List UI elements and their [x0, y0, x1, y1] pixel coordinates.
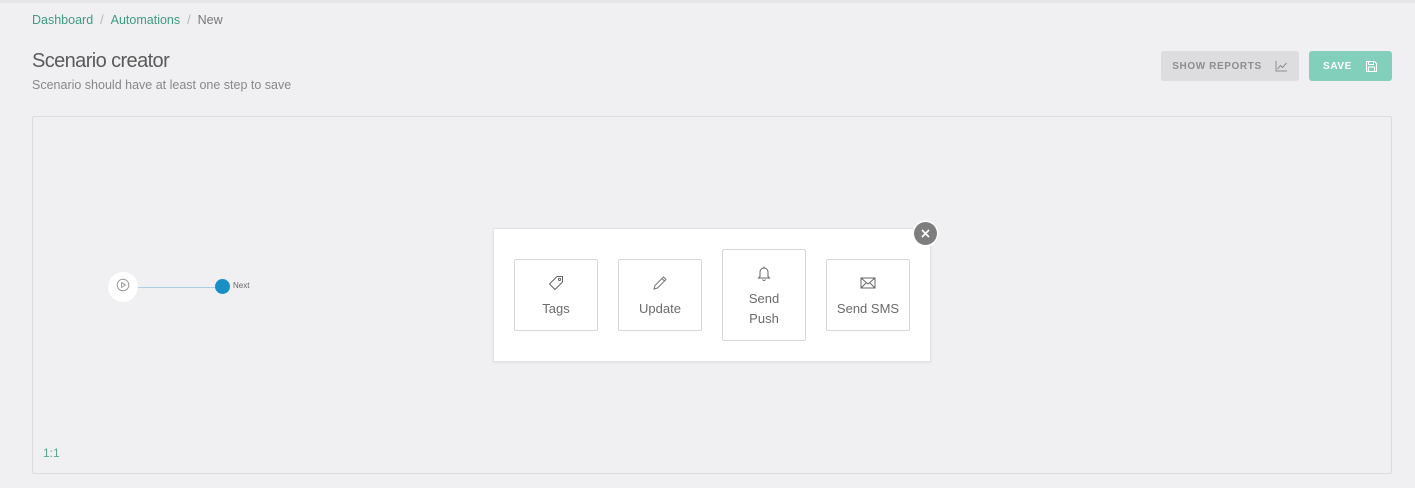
breadcrumb-separator: / [100, 13, 104, 27]
step-option-label: Send Push [748, 290, 780, 326]
connector-line [138, 286, 216, 288]
save-label: SAVE [1323, 60, 1352, 72]
play-icon [116, 278, 130, 297]
page-subtitle: Scenario should have at least one step t… [32, 78, 292, 92]
step-option-label: Send SMS [836, 300, 900, 316]
next-step-handle[interactable] [215, 279, 230, 294]
page-title: Scenario creator [32, 50, 170, 72]
show-reports-label: SHOW REPORTS [1172, 60, 1262, 72]
breadcrumb-separator: / [187, 13, 191, 27]
next-label: Next [233, 281, 250, 290]
close-icon [921, 225, 930, 243]
bell-icon [755, 262, 773, 284]
zoom-level[interactable]: 1:1 [43, 446, 60, 460]
floppy-disk-icon [1365, 60, 1378, 73]
envelope-icon [859, 272, 877, 294]
breadcrumb-link-automations[interactable]: Automations [111, 13, 180, 27]
breadcrumb: Dashboard / Automations / New [32, 13, 223, 27]
line-chart-icon [1275, 60, 1288, 72]
breadcrumb-link-dashboard[interactable]: Dashboard [32, 13, 93, 27]
step-option-send-push[interactable]: Send Push [722, 249, 806, 341]
step-option-label: Update [639, 300, 681, 316]
breadcrumb-current: New [197, 13, 223, 27]
step-option-tags[interactable]: Tags [514, 259, 598, 331]
show-reports-button[interactable]: SHOW REPORTS [1161, 51, 1299, 81]
pencil-icon [651, 272, 669, 294]
step-option-update[interactable]: Update [618, 259, 702, 331]
close-popup-button[interactable] [914, 222, 937, 245]
start-node[interactable] [108, 272, 138, 302]
step-option-label: Tags [542, 300, 570, 316]
top-border [0, 0, 1415, 3]
save-button[interactable]: SAVE [1309, 51, 1392, 81]
step-option-send-sms[interactable]: Send SMS [826, 259, 910, 331]
tag-icon [547, 272, 565, 294]
